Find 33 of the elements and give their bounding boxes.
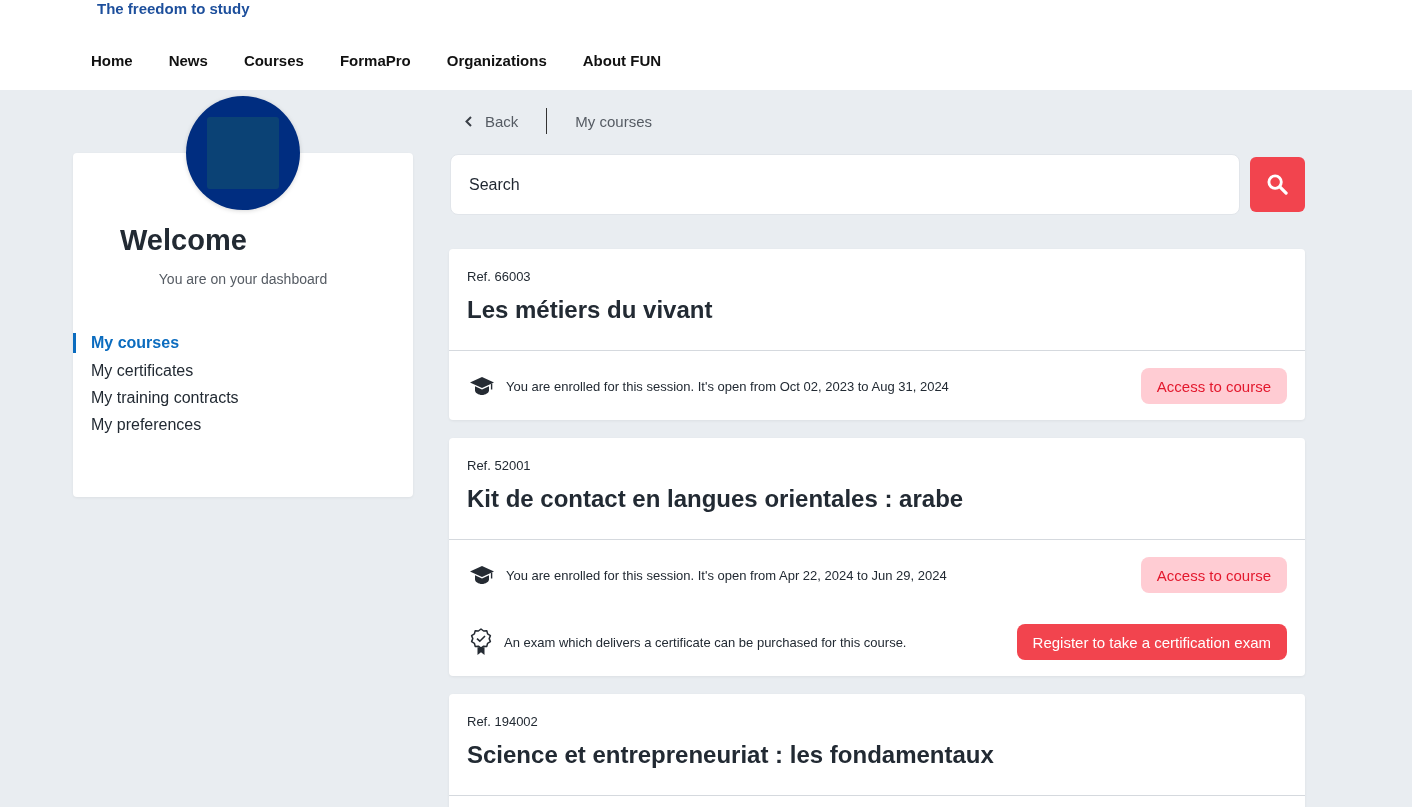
dashboard-subtitle: You are on your dashboard [158,270,328,288]
search-button[interactable] [1250,157,1305,212]
nav-link[interactable]: Home [91,51,133,71]
course-title: Science et entrepreneuriat : les fondamentaux [467,740,994,770]
nav-link[interactable]: Organizations [446,51,547,71]
course-reference: Ref. 52001 [467,458,531,474]
back-link[interactable]: Back [465,112,519,130]
sidebar-item[interactable]: My preferences [73,411,202,438]
course-title: Les métiers du vivant [467,295,713,325]
course-title: Kit de contact en langues orientales : arabe [467,484,964,514]
nav-link[interactable]: News [168,51,208,71]
award-icon [470,628,492,656]
course-reference: Ref. 194002 [467,714,538,730]
nav-link[interactable]: About FUN [582,51,662,71]
breadcrumb-current: My courses [575,112,653,130]
graduation-cap-icon [470,377,494,395]
course-reference: Ref. 66003 [467,269,531,285]
welcome-heading: Welcome [120,224,247,256]
sidebar-item[interactable]: My certificates [73,357,194,384]
search-icon [1267,174,1288,195]
session-info: You are enrolled for this session. It's open from Oct 02, 2023 to Aug 31, 2024 [506,378,949,394]
sidebar-item[interactable]: My courses [73,333,180,353]
sidebar-item[interactable]: My training contracts [73,384,239,411]
site-tagline: The freedom to study [97,0,250,18]
search-field[interactable]: Search [450,154,1240,215]
nav-link[interactable]: Courses [243,51,304,71]
session-info: You are enrolled for this session. It's open from Apr 22, 2024 to Jun 29, 2024 [506,567,947,583]
nav-link[interactable]: FormaPro [339,51,411,71]
chevron-left-icon [465,115,472,127]
register-exam-button[interactable]: Register to take a certification exam [1016,624,1287,660]
exam-info: An exam which delivers a certificate can be purchased for this course. [504,634,907,650]
graduation-cap-icon [470,566,494,584]
avatar-icon [186,96,300,210]
